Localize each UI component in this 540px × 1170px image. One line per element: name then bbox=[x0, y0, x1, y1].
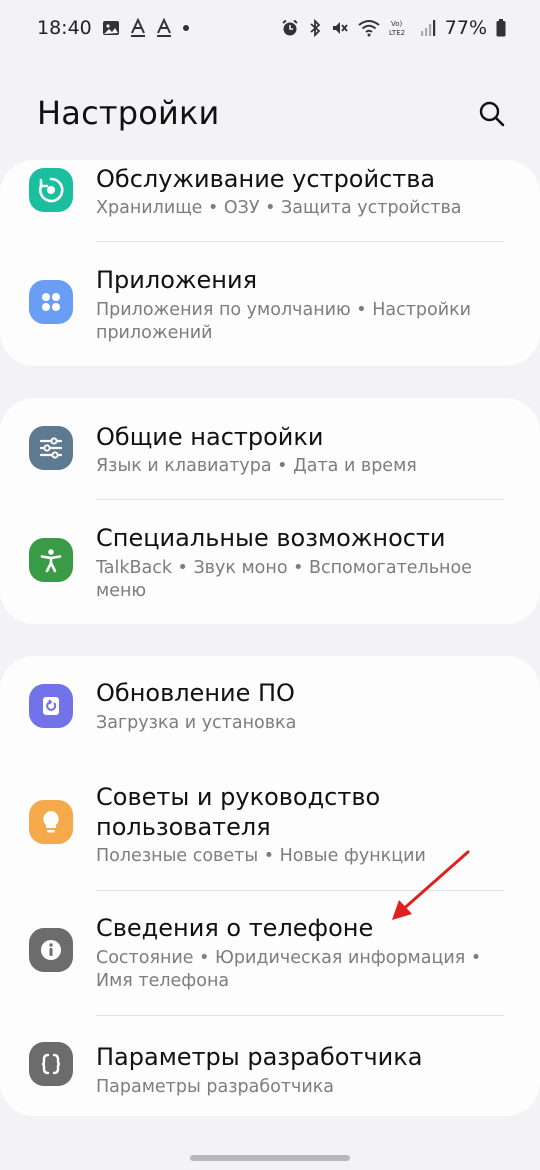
page-title: Настройки bbox=[37, 94, 220, 132]
battery-percent: 77% bbox=[444, 17, 487, 39]
menu-item-title: Параметры разработчика bbox=[96, 1043, 423, 1071]
search-icon bbox=[479, 101, 505, 127]
menu-item-subtitle: Приложения по умолчанию • Настройки прил… bbox=[96, 300, 472, 343]
menu-item-accessibility[interactable]: Специальные возможности TalkBack • Звук … bbox=[0, 508, 540, 620]
bluetooth-icon bbox=[308, 19, 322, 37]
menu-item-title: Специальные возможности bbox=[96, 524, 446, 552]
sliders-icon bbox=[29, 426, 73, 470]
page-header: Настройки bbox=[0, 80, 540, 150]
mute-icon bbox=[331, 19, 349, 37]
menu-item-subtitle: Параметры разработчика bbox=[96, 1077, 335, 1097]
developer-options-icon bbox=[29, 1042, 73, 1086]
menu-item-subtitle: Состояние • Юридическая информация • Имя… bbox=[96, 948, 482, 991]
settings-group-1: Обслуживание устройства Хранилище • ОЗУ … bbox=[0, 160, 540, 366]
menu-item-subtitle: Хранилище • ОЗУ • Защита устройства bbox=[96, 198, 462, 218]
svg-text:Vo): Vo) bbox=[391, 20, 403, 28]
alarm-icon bbox=[281, 19, 299, 37]
software-update-icon bbox=[29, 684, 73, 728]
font-a-icon bbox=[156, 18, 172, 38]
device-care-icon bbox=[29, 168, 73, 212]
settings-group-2: Общие настройки Язык и клавиатура • Дата… bbox=[0, 398, 540, 624]
menu-item-subtitle: Загрузка и установка bbox=[96, 713, 297, 733]
divider bbox=[96, 1015, 504, 1016]
wifi-icon bbox=[358, 19, 380, 37]
gallery-notification-icon bbox=[102, 19, 120, 37]
menu-item-software-update[interactable]: Обновление ПО Загрузка и установка bbox=[0, 656, 540, 754]
annotation-arrow-icon bbox=[392, 850, 470, 920]
menu-item-apps[interactable]: Приложения Приложения по умолчанию • Нас… bbox=[0, 250, 540, 360]
menu-item-title: Общие настройки bbox=[96, 423, 324, 451]
lightbulb-icon bbox=[29, 800, 73, 844]
menu-item-general-management[interactable]: Общие настройки Язык и клавиатура • Дата… bbox=[0, 398, 540, 498]
info-icon bbox=[29, 928, 73, 972]
menu-item-title: Обновление ПО bbox=[96, 679, 295, 707]
menu-item-title: Советы и руководство пользователя bbox=[96, 783, 381, 841]
menu-item-subtitle: Язык и клавиатура • Дата и время bbox=[96, 456, 417, 476]
svg-text:LTE2: LTE2 bbox=[389, 29, 405, 37]
search-button[interactable] bbox=[472, 94, 512, 134]
accessibility-icon bbox=[29, 538, 73, 582]
menu-item-title: Обслуживание устройства bbox=[96, 165, 436, 193]
more-notifications-dot-icon bbox=[182, 24, 190, 32]
signal-icon bbox=[420, 19, 436, 37]
status-time: 18:40 bbox=[37, 17, 92, 39]
menu-item-subtitle: TalkBack • Звук моно • Вспомогательное м… bbox=[96, 558, 472, 601]
apps-icon bbox=[29, 280, 73, 324]
divider bbox=[96, 499, 504, 500]
status-bar: 18:40 Vo) LTE2 77% bbox=[0, 0, 540, 56]
menu-item-device-care[interactable]: Обслуживание устройства Хранилище • ОЗУ … bbox=[0, 160, 540, 240]
battery-icon bbox=[496, 19, 506, 37]
font-a-icon bbox=[130, 18, 146, 38]
menu-item-title: Сведения о телефоне bbox=[96, 914, 374, 942]
volte-lte-icon: Vo) LTE2 bbox=[389, 18, 411, 38]
gesture-navigation-handle[interactable] bbox=[190, 1155, 350, 1161]
menu-item-title: Приложения bbox=[96, 266, 258, 294]
divider bbox=[96, 241, 504, 242]
menu-item-developer-options[interactable]: Параметры разработчика Параметры разрабо… bbox=[0, 1022, 540, 1112]
